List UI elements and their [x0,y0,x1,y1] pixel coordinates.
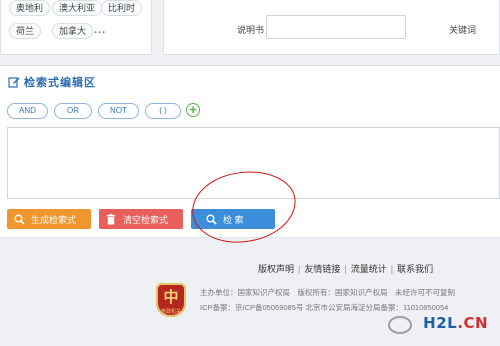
footer-link-friends[interactable]: 友情链接 [304,264,340,274]
footer-sponsor-text: 主办单位：国家知识产权局 版权所有：国家知识产权局 未经许可不可复制 [200,288,455,297]
query-textarea[interactable] [7,127,500,199]
manual-input[interactable] [266,15,406,39]
editor-heading: 检索式编辑区 [8,74,96,90]
manual-label: 说明书 [237,25,265,35]
keyword-label: 关键词 [449,25,477,35]
editor-title: 检索式编辑区 [24,77,96,89]
search-fields-panel: 说明书 关键词 [163,0,500,55]
operator-or-button[interactable]: OR [54,103,92,119]
emblem-char: 中 [163,288,179,306]
trash-icon [105,213,117,225]
generate-query-label: 生成检索式 [31,214,77,225]
search-label: 检 索 [223,214,244,225]
operator-and-button[interactable]: AND [7,103,48,119]
country-chip-belgium[interactable]: 比利时 [101,0,143,16]
add-operator-button[interactable]: + [186,103,200,117]
more-countries-link[interactable]: ... [94,24,106,36]
country-chip-canada[interactable]: 加拿大 [52,23,94,39]
footer-link-copyright[interactable]: 版权声明 [258,264,294,274]
country-chip-austria[interactable]: 奥地利 [9,0,51,16]
country-chip-netherlands[interactable]: 荷兰 [9,23,42,39]
clear-query-label: 清空检索式 [123,214,169,225]
country-panel: 奥地利 澳大利亚 比利时 荷兰 加拿大 ... [0,0,152,55]
footer-link-stats[interactable]: 流量统计 [351,264,387,274]
footer-link-contact[interactable]: 联系我们 [397,264,433,274]
watermark-suffix: CN [463,314,488,332]
search-button[interactable]: 检 索 [191,209,275,229]
footer-links: 版权声明 | 友情链接 | 流量统计 | 联系我们 [258,264,434,274]
watermark-logo [388,316,412,334]
watermark-prefix: H2L [423,314,458,332]
query-editor-section: 检索式编辑区 AND OR NOT ( ) + 生成检索式 清空检索式 检 索 [0,65,500,238]
footer-icp-text: ICP备案：京ICP备05069085号 北京市公安局海淀分局备案：110108… [200,303,449,312]
clear-query-button[interactable]: 清空检索式 [99,209,183,229]
edit-icon [8,76,20,88]
operator-not-button[interactable]: NOT [98,103,139,119]
generate-query-button[interactable]: 生成检索式 [7,209,91,229]
search-icon [205,213,217,225]
search-icon [13,213,25,225]
country-chip-australia[interactable]: 澳大利亚 [52,0,103,16]
watermark: H2L.CN [423,314,488,332]
emblem-text: 党政机关 [160,309,181,315]
government-emblem[interactable]: 中 党政机关 [156,283,186,317]
operator-parentheses-button[interactable]: ( ) [145,103,181,119]
